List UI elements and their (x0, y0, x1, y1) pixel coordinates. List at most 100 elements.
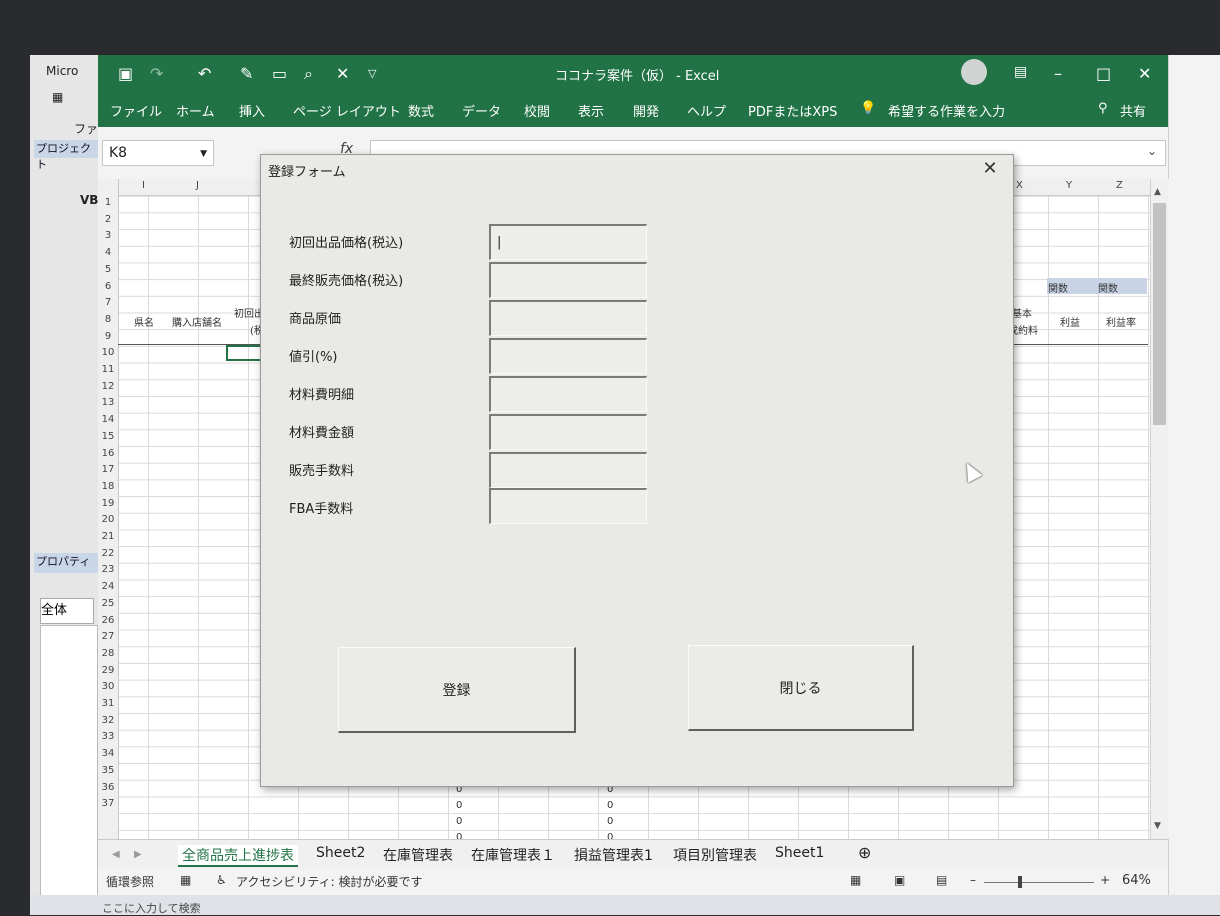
add-sheet-icon[interactable]: ⊕ (858, 843, 871, 862)
print-preview-icon[interactable]: ⌕ (304, 64, 313, 84)
tab-review[interactable]: 校閲 (524, 101, 550, 120)
row-number[interactable]: 33 (98, 731, 118, 742)
column-header[interactable]: Y (1066, 180, 1072, 191)
input-discount[interactable] (489, 338, 647, 374)
input-material-amount[interactable] (489, 414, 647, 450)
sheet-tab[interactable]: 在庫管理表 (383, 845, 453, 865)
input-fba-fee[interactable] (489, 488, 647, 524)
tab-formulas[interactable]: 数式 (408, 101, 434, 120)
cell-value[interactable]: 0 (607, 800, 613, 811)
ribbon-display-icon[interactable]: ▤ (1014, 64, 1027, 80)
row-number[interactable]: 24 (98, 581, 118, 592)
sheet-tab[interactable]: 項目別管理表 (673, 845, 757, 865)
close-window-icon[interactable]: ✕ (1138, 64, 1151, 83)
maximize-icon[interactable]: □ (1096, 64, 1111, 83)
row-number[interactable]: 35 (98, 765, 118, 776)
tab-developer[interactable]: 開発 (633, 101, 659, 120)
row-number[interactable]: 26 (98, 615, 118, 626)
tab-insert[interactable]: 挿入 (239, 101, 265, 120)
row-number[interactable]: 5 (98, 264, 118, 275)
cell-value[interactable]: 0 (456, 816, 462, 827)
clear-icon[interactable]: ✕ (336, 64, 349, 83)
active-cell-k8[interactable] (226, 345, 264, 361)
row-number[interactable]: 23 (98, 564, 118, 575)
input-material-details[interactable] (489, 376, 647, 412)
sheet-nav-prev-icon[interactable]: ◀ (112, 849, 120, 860)
sheet-tab[interactable]: Sheet1 (775, 845, 824, 861)
row-number[interactable]: 17 (98, 464, 118, 475)
cell-profit-rate-header[interactable]: 利益率 (1106, 314, 1136, 329)
scroll-up-icon[interactable]: ▲ (1154, 187, 1161, 197)
input-first-listing-price[interactable] (489, 224, 647, 260)
row-number[interactable]: 34 (98, 748, 118, 759)
row-number[interactable]: 1 (98, 197, 118, 208)
sheet-tab[interactable]: 在庫管理表１ (471, 845, 555, 865)
cell-func-1[interactable]: 関数 (1048, 280, 1068, 295)
row-number[interactable]: 6 (98, 281, 118, 292)
row-number[interactable]: 18 (98, 481, 118, 492)
cell-store-header[interactable]: 購入店舗名 (172, 314, 222, 329)
row-number[interactable]: 7 (98, 297, 118, 308)
cell-func-2[interactable]: 関数 (1098, 280, 1118, 295)
scroll-down-icon[interactable]: ▼ (1154, 821, 1161, 831)
zoom-slider-thumb[interactable] (1018, 876, 1022, 888)
tab-file[interactable]: ファイル (110, 101, 162, 120)
column-header[interactable]: J (196, 180, 199, 191)
scroll-thumb[interactable] (1153, 203, 1166, 425)
row-number[interactable]: 25 (98, 598, 118, 609)
vertical-scrollbar[interactable]: ▲ ▼ (1150, 179, 1169, 839)
vbe-excel-icon[interactable]: ▦ (52, 90, 63, 104)
zoom-slider[interactable] (984, 882, 1094, 883)
zoom-out-icon[interactable]: – (970, 873, 976, 887)
row-number[interactable]: 28 (98, 648, 118, 659)
row-number[interactable]: 36 (98, 782, 118, 793)
share-icon[interactable]: ⚲ (1098, 101, 1108, 116)
minimize-icon[interactable]: – (1054, 64, 1062, 83)
chevron-down-icon[interactable]: ▼ (200, 149, 207, 159)
row-number[interactable]: 14 (98, 414, 118, 425)
pen-icon[interactable]: ✎ (240, 64, 253, 83)
close-button[interactable]: 閉じる (688, 645, 914, 731)
column-header[interactable]: I (142, 180, 145, 191)
vbe-project-node[interactable]: VB (80, 193, 98, 207)
accessibility-status[interactable]: アクセシビリティ: 検討が必要です (236, 873, 423, 890)
row-number[interactable]: 22 (98, 548, 118, 559)
row-number[interactable]: 8 (98, 314, 118, 325)
sheet-tab[interactable]: Sheet2 (316, 845, 365, 861)
sheet-tab[interactable]: 損益管理表1 (574, 845, 653, 865)
page-break-view-icon[interactable]: ▤ (936, 873, 947, 887)
redo-icon[interactable]: ↷ (150, 64, 163, 83)
dialog-close-icon[interactable]: ✕ (980, 158, 1000, 180)
cell-value[interactable]: 0 (456, 800, 462, 811)
column-header[interactable]: X (1016, 180, 1023, 191)
cell-prefecture-header[interactable]: 県名 (134, 314, 154, 329)
tab-home[interactable]: ホーム (176, 101, 215, 120)
customize-toolbar-icon[interactable]: ▽ (368, 67, 376, 80)
row-number[interactable]: 16 (98, 448, 118, 459)
row-number[interactable]: 29 (98, 665, 118, 676)
register-button[interactable]: 登録 (338, 647, 576, 733)
row-number[interactable]: 13 (98, 397, 118, 408)
row-number[interactable]: 2 (98, 214, 118, 225)
expand-formula-icon[interactable]: ⌄ (1147, 144, 1157, 158)
row-number[interactable]: 32 (98, 715, 118, 726)
tab-view[interactable]: 表示 (578, 101, 604, 120)
row-number[interactable]: 37 (98, 798, 118, 809)
row-number[interactable]: 11 (98, 364, 118, 375)
row-number[interactable]: 9 (98, 331, 118, 342)
row-number[interactable]: 20 (98, 514, 118, 525)
taskbar-search[interactable]: ここに入力して検索 (102, 900, 201, 916)
zoom-level[interactable]: 64% (1122, 873, 1151, 888)
row-number[interactable]: 27 (98, 631, 118, 642)
row-number[interactable]: 15 (98, 431, 118, 442)
row-number[interactable]: 12 (98, 381, 118, 392)
vbe-file-item[interactable]: ファ (74, 120, 98, 137)
tab-page-layout[interactable]: ページ レイアウト (293, 101, 401, 120)
vbe-properties-tab-all[interactable]: 全体 (40, 598, 94, 624)
column-header[interactable]: Z (1116, 180, 1123, 191)
tell-me-search[interactable]: 希望する作業を入力 (888, 101, 1005, 120)
input-final-sale-price[interactable] (489, 262, 647, 298)
save-icon[interactable]: ▣ (118, 64, 133, 83)
sheet-tab-active[interactable]: 全商品売上進捗表 (178, 845, 298, 867)
tab-data[interactable]: データ (462, 101, 501, 120)
